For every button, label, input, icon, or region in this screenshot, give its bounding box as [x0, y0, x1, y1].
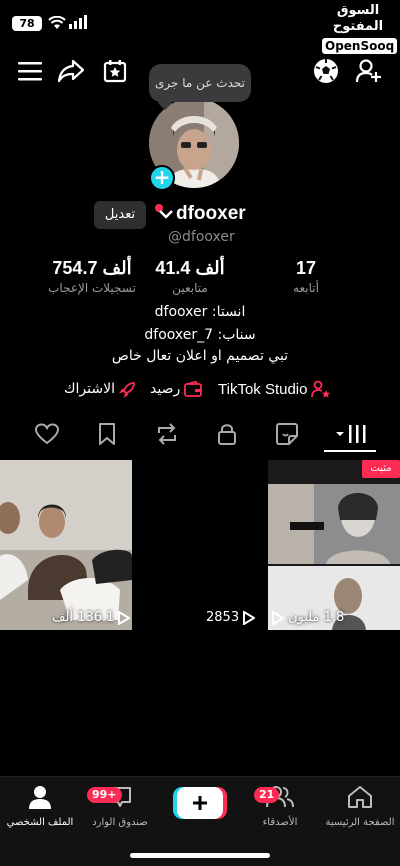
sticker-icon [276, 423, 298, 445]
profile-tabs [0, 418, 400, 452]
video-thumbnail-image [0, 460, 132, 630]
tab-reposts[interactable] [151, 418, 183, 450]
tab-stickers[interactable] [271, 418, 303, 450]
wifi-icon [48, 16, 66, 29]
nav-home-label: الصفحة الرئيسية [325, 817, 395, 828]
repost-icon [158, 423, 176, 445]
status-bar: 78 السوق المفتوح OpenSooq [0, 0, 400, 54]
subscription-label: الاشتراك [64, 381, 115, 397]
balance-label: رصيد [150, 381, 181, 397]
video-thumbnail-image [268, 460, 400, 630]
person-star-icon [311, 380, 331, 398]
calendar-star-icon[interactable] [100, 56, 130, 86]
tab-private[interactable] [211, 418, 243, 450]
bottom-navigation: الملف الشخصي صندوق الوارد 99+ الأصدقاء 2… [0, 776, 400, 866]
play-icon [272, 610, 284, 625]
tiktok-studio-link[interactable]: TikTok Studio [218, 378, 331, 400]
battery-indicator: 78 [12, 16, 42, 31]
lock-icon [218, 424, 236, 445]
signal-icon [69, 15, 87, 29]
play-icon [243, 610, 256, 625]
likes-label: تسجيلات الإعجاب [48, 281, 136, 295]
add-friend-icon[interactable] [354, 56, 384, 86]
video-grid: 1.8 مليون 2853 136.1 ألف مثبت [0, 460, 400, 630]
pinned-badge: مثبت [362, 460, 400, 478]
soccer-ball-icon[interactable] [312, 57, 340, 85]
video-view-count: 136.1 ألف [52, 610, 131, 625]
nav-friends[interactable]: الأصدقاء 21 [240, 785, 320, 828]
video-thumbnail-pinned[interactable]: 1.8 مليون [268, 460, 400, 630]
studio-label: TikTok Studio [218, 380, 308, 398]
add-story-plus-icon[interactable]: + [149, 165, 175, 191]
bookmark-icon [99, 423, 115, 445]
play-icon [118, 610, 131, 625]
bio-line-snapchat: سناب: dfooxer_7 [144, 327, 256, 343]
following-label: أتابعه [293, 281, 319, 295]
bio-line-instagram: انستا: dfooxer [154, 304, 246, 320]
active-tab-indicator [324, 450, 376, 452]
opensooq-watermark: السوق المفتوح OpenSooq [322, 3, 398, 54]
subscription-link[interactable]: الاشتراك [64, 378, 137, 400]
nav-profile-label: الملف الشخصي [6, 817, 74, 828]
view-count-text: 136.1 ألف [52, 610, 115, 625]
following-count: 17 [295, 258, 317, 278]
nav-inbox[interactable]: صندوق الوارد 99+ [80, 785, 160, 828]
view-count-text: 2853 [206, 610, 240, 625]
inbox-badge: 99+ [87, 787, 122, 803]
home-icon [348, 786, 372, 808]
username: @dfooxer [168, 229, 235, 245]
plus-icon [193, 796, 207, 810]
video-view-count: 1.8 مليون [272, 610, 344, 625]
share-icon[interactable] [56, 56, 86, 86]
followers-count: 41.4 ألف [155, 258, 225, 278]
menu-icon[interactable] [16, 58, 44, 84]
friends-badge: 21 [254, 787, 280, 803]
rocket-icon [119, 382, 135, 398]
nav-inbox-label: صندوق الوارد [92, 817, 148, 828]
edit-profile-button[interactable]: تعديل [94, 201, 146, 229]
following-stat[interactable]: 17 أتابعه [274, 258, 338, 295]
likes-count: 754.7 ألف [52, 258, 132, 278]
view-count-text: 1.8 مليون [288, 610, 345, 625]
nav-home[interactable]: الصفحة الرئيسية [320, 785, 400, 828]
chevron-down-icon[interactable] [158, 208, 174, 220]
profile-icon [29, 786, 51, 809]
create-video-button[interactable] [177, 787, 223, 819]
video-thumbnail[interactable]: 2853 [134, 460, 266, 630]
video-grid-icon [336, 425, 366, 443]
likes-stat[interactable]: 754.7 ألف تسجيلات الإعجاب [40, 258, 144, 295]
nav-friends-label: الأصدقاء [262, 817, 298, 828]
bio-line-contact: تبي تصميم او اعلان تعال خاص [111, 348, 289, 364]
tab-liked[interactable] [31, 418, 63, 450]
video-thumbnail[interactable]: 136.1 ألف [0, 460, 132, 630]
nav-profile[interactable]: الملف الشخصي [0, 785, 80, 828]
wallet-icon [184, 381, 203, 397]
home-indicator [130, 853, 270, 858]
video-view-count: 2853 [206, 610, 256, 625]
heart-icon [35, 423, 59, 445]
followers-stat[interactable]: 41.4 ألف متابعين [154, 258, 226, 295]
tab-videos[interactable] [334, 418, 370, 450]
display-name[interactable]: dfooxer [176, 203, 246, 225]
tab-favorites[interactable] [91, 418, 123, 450]
watermark-arabic: السوق المفتوح [332, 3, 384, 34]
watermark-english: OpenSooq [322, 38, 398, 54]
thought-bubble[interactable]: تحدث عن ما جرى [149, 64, 251, 102]
followers-label: متابعين [172, 281, 208, 295]
balance-link[interactable]: رصيد [150, 378, 203, 400]
